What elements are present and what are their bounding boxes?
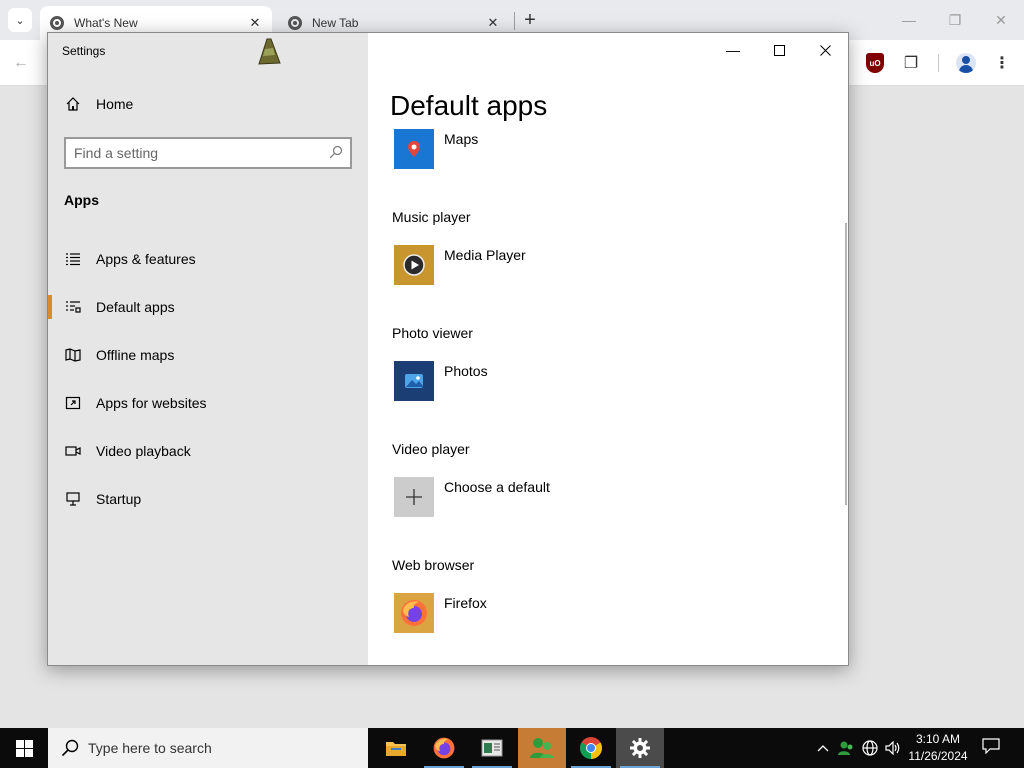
firefox-icon (394, 593, 434, 633)
maps-app-icon (394, 129, 434, 169)
chevron-down-icon: ⌄ (15, 14, 25, 27)
chrome-favicon-icon (288, 16, 302, 30)
app-name: Firefox (444, 595, 487, 611)
photos-app-icon (394, 361, 434, 401)
chrome-taskbar-icon[interactable] (567, 728, 615, 768)
back-button[interactable]: ← (10, 52, 32, 74)
action-center-icon[interactable] (982, 738, 1002, 756)
app-name: Media Player (444, 247, 526, 263)
sidebar-item-label: Startup (96, 491, 142, 507)
sidebar-item-offline-maps[interactable]: Offline maps (48, 335, 368, 375)
taskbar-search-placeholder: Type here to search (88, 740, 212, 756)
startup-icon (64, 490, 82, 508)
plus-icon (394, 477, 434, 517)
tab-divider (514, 12, 515, 30)
ublock-extension-icon[interactable]: uO (866, 53, 884, 73)
video-icon (64, 442, 82, 460)
page-title: Default apps (390, 90, 548, 121)
sidebar-item-label: Apps for websites (96, 395, 207, 411)
sidebar-item-startup[interactable]: Startup (48, 479, 368, 519)
category-label: Photo viewer (392, 325, 473, 341)
tab-search-button[interactable]: ⌄ (8, 8, 32, 32)
default-web-browser[interactable]: Firefox (394, 593, 694, 633)
settings-nav-pane: Settings Home Apps Apps & features (48, 33, 368, 665)
sidebar-item-label: Apps & features (96, 251, 196, 267)
app-name: Choose a default (444, 479, 550, 495)
tab-title: New Tab (312, 16, 359, 30)
sidebar-item-default-apps[interactable]: Default apps (48, 287, 368, 327)
sidebar-item-video-playback[interactable]: Video playback (48, 431, 368, 471)
close-tab-icon[interactable]: ✕ (484, 14, 502, 32)
default-music-player[interactable]: Media Player (394, 245, 694, 285)
sidebar-item-label: Offline maps (96, 347, 175, 363)
browser-close-button[interactable]: ✕ (986, 8, 1016, 32)
home-icon (64, 95, 82, 113)
default-photo-viewer[interactable]: Photos (394, 361, 694, 401)
content-scrollbar[interactable] (845, 223, 847, 505)
settings-content-pane: — Default apps Maps Music player Media P… (368, 33, 848, 665)
file-explorer-taskbar-icon[interactable] (372, 728, 420, 768)
firefox-taskbar-icon[interactable] (420, 728, 468, 768)
maximize-button[interactable] (756, 37, 802, 63)
find-setting-search[interactable] (64, 137, 352, 169)
settings-window: Settings Home Apps Apps & features (47, 32, 849, 666)
drag-cursor-icon (258, 38, 281, 65)
windows-taskbar: Type here to search 3:10 AM 11/26/2024 (0, 728, 1024, 768)
minimize-button[interactable]: — (710, 37, 756, 63)
browser-restore-button[interactable]: ❐ (940, 8, 970, 32)
app-name: Maps (444, 131, 479, 147)
profile-avatar-icon[interactable] (956, 53, 976, 73)
app-name: Photos (444, 363, 488, 379)
window-title: Settings (62, 44, 106, 58)
settings-taskbar-icon[interactable] (616, 728, 664, 768)
arrow-left-icon: ← (13, 54, 29, 71)
close-button[interactable] (802, 37, 848, 63)
nav-section-title: Apps (64, 192, 99, 208)
search-icon (60, 738, 80, 758)
clock-time: 3:10 AM (915, 732, 961, 746)
home-label: Home (96, 96, 134, 112)
people-tray-icon[interactable] (836, 728, 856, 768)
clock-date: 11/26/2024 (908, 749, 968, 763)
link-window-icon (64, 394, 82, 412)
show-hidden-icons-chevron-up-icon[interactable] (814, 728, 832, 768)
document-app-taskbar-icon[interactable] (468, 728, 516, 768)
tab-title: What's New (74, 16, 138, 30)
sidebar-item-apps-features[interactable]: Apps & features (48, 239, 368, 279)
minimize-icon: — (726, 42, 740, 58)
network-globe-icon[interactable] (860, 728, 880, 768)
media-player-icon (394, 245, 434, 285)
sidebar-item-label: Video playback (96, 443, 191, 459)
list-icon (64, 250, 82, 268)
new-tab-button[interactable]: + (520, 8, 540, 32)
category-label: Music player (392, 209, 471, 225)
chrome-favicon-icon (50, 16, 64, 30)
people-app-taskbar-icon[interactable] (518, 728, 566, 768)
start-button[interactable] (0, 728, 48, 768)
toolbar-divider (938, 54, 939, 72)
home-link[interactable]: Home (64, 95, 133, 113)
plus-icon: + (524, 8, 536, 31)
default-maps-app[interactable]: Maps (394, 129, 694, 169)
category-label: Web browser (392, 557, 475, 573)
sidebar-item-label: Default apps (96, 299, 175, 315)
close-tab-icon[interactable]: ✕ (246, 14, 264, 32)
sidebar-item-apps-for-websites[interactable]: Apps for websites (48, 383, 368, 423)
default-apps-icon (64, 298, 82, 316)
windows-logo-icon (15, 739, 33, 757)
browser-minimize-button[interactable]: — (894, 8, 924, 32)
search-input[interactable] (74, 143, 324, 163)
taskbar-search-box[interactable]: Type here to search (48, 728, 368, 768)
extensions-puzzle-icon[interactable]: ❐ (900, 52, 922, 74)
category-label: Video player (392, 441, 470, 457)
taskbar-clock[interactable]: 3:10 AM 11/26/2024 (906, 731, 970, 765)
kebab-menu-icon[interactable]: ⋮ (992, 52, 1012, 74)
volume-icon[interactable] (883, 728, 903, 768)
search-icon (328, 144, 344, 160)
map-icon (64, 346, 82, 364)
close-icon (819, 44, 831, 56)
maximize-icon (773, 44, 785, 56)
default-video-player[interactable]: Choose a default (394, 477, 694, 517)
